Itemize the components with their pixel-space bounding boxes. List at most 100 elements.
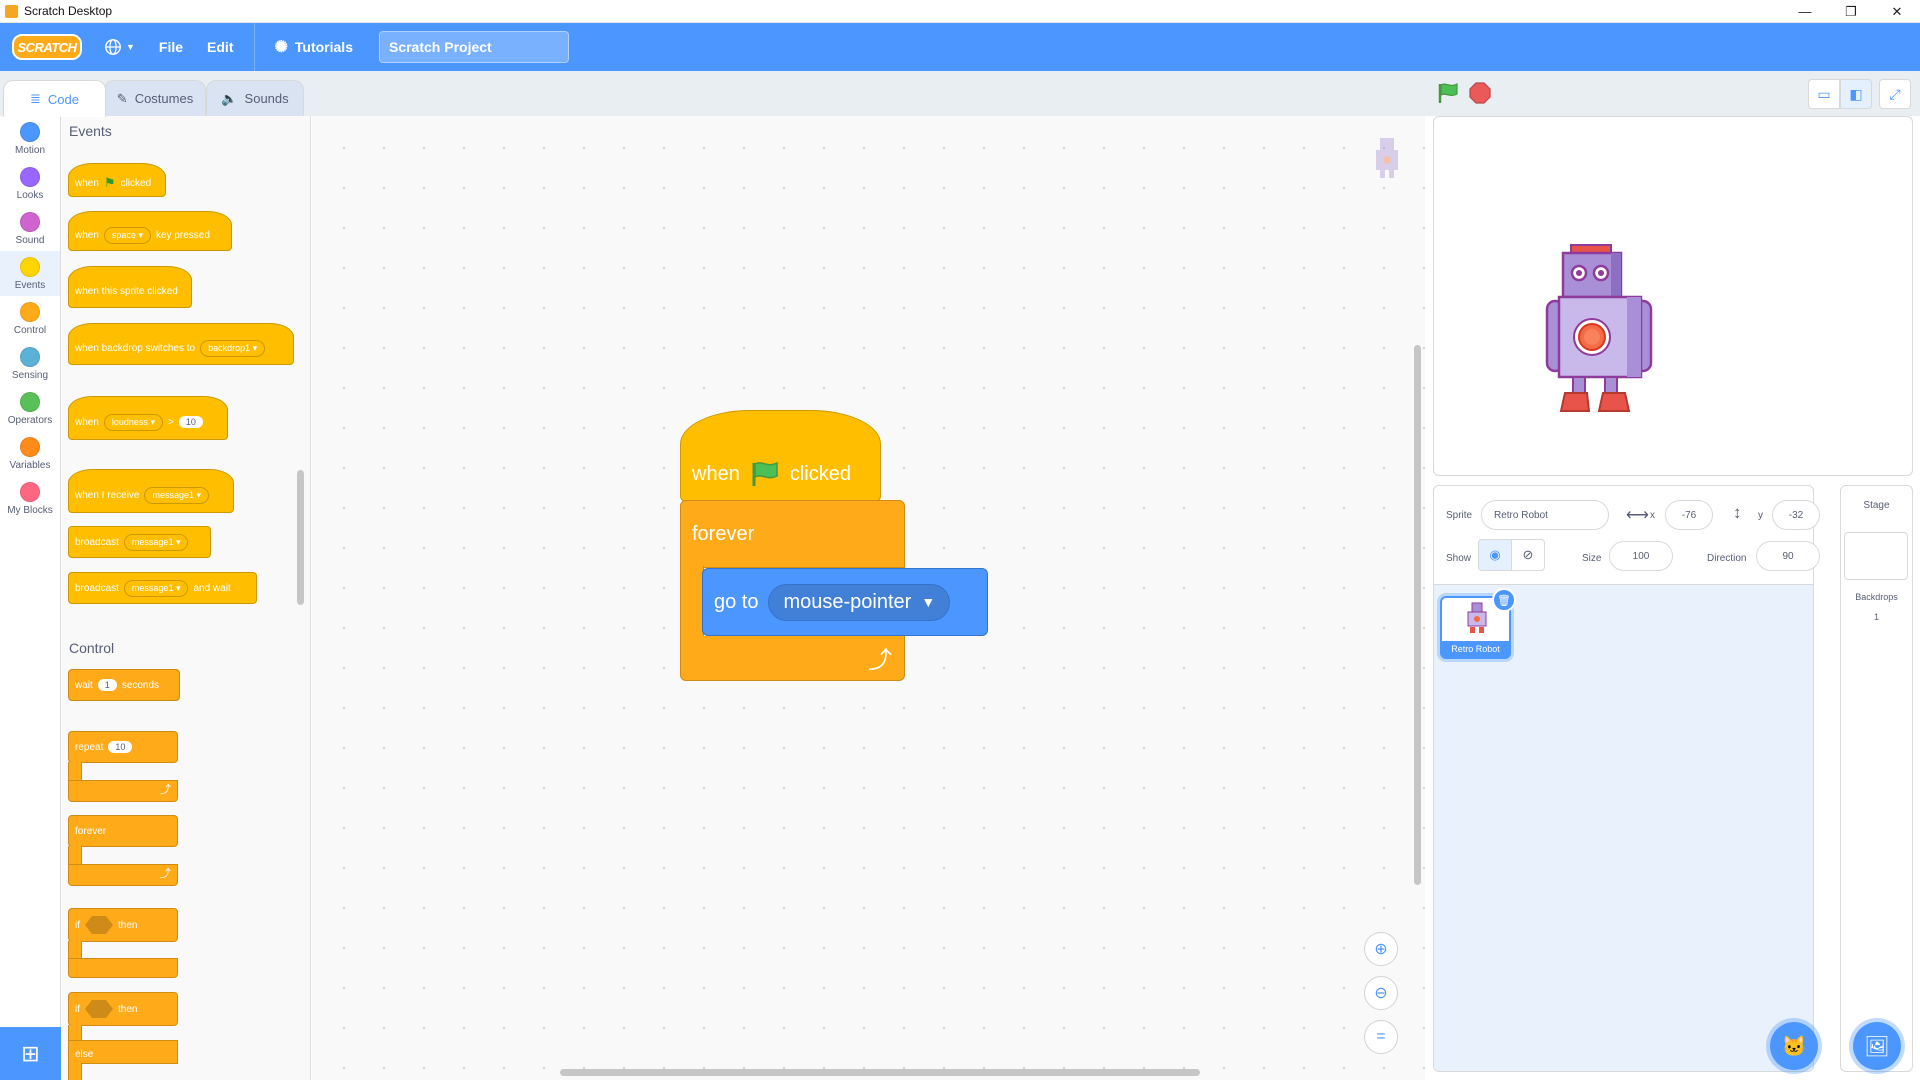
- loop-arrow-icon: ⤴: [868, 647, 892, 674]
- retro-robot-sprite[interactable]: [1539, 243, 1659, 415]
- block-text: when: [75, 229, 99, 241]
- show-sprite-button[interactable]: ◉: [1478, 539, 1512, 571]
- message-dropdown[interactable]: message1 ▾: [144, 486, 210, 504]
- if-block-foot: [68, 958, 178, 978]
- edit-menu[interactable]: Edit: [195, 23, 245, 71]
- x-position-input[interactable]: -76: [1665, 500, 1713, 530]
- category-label: Control: [13, 324, 47, 336]
- close-button[interactable]: ✕: [1874, 0, 1920, 23]
- zoom-out-button[interactable]: ⊖: [1364, 976, 1398, 1010]
- stage-canvas[interactable]: [1433, 116, 1913, 476]
- category-operators[interactable]: Operators: [0, 386, 60, 431]
- block-text: wait: [75, 679, 93, 691]
- message-dropdown[interactable]: message1 ▾: [123, 533, 189, 551]
- repeat-value-input[interactable]: 10: [108, 741, 133, 753]
- script-horizontal-scrollbar[interactable]: [560, 1069, 1200, 1076]
- stop-button[interactable]: [1468, 81, 1492, 105]
- block-when-flag-clicked[interactable]: when ⚑ clicked: [68, 163, 166, 197]
- block-when-loudness[interactable]: when loudness ▾ > 10: [68, 396, 228, 440]
- block-when-i-receive[interactable]: when I receive message1 ▾: [68, 469, 234, 513]
- category-looks[interactable]: Looks: [0, 161, 60, 206]
- green-flag-button[interactable]: [1436, 81, 1460, 105]
- editor-tabs: ≣ Code ✎ Costumes 🔈 Sounds: [0, 71, 1425, 117]
- tab-sounds-label: Sounds: [244, 91, 289, 106]
- choose-backdrop-button[interactable]: 🖼: [1853, 1022, 1901, 1070]
- minimize-button[interactable]: —: [1782, 0, 1828, 23]
- language-menu[interactable]: ▼: [82, 23, 147, 71]
- category-variables[interactable]: Variables: [0, 431, 60, 476]
- script-hat-when-flag-clicked[interactable]: when clicked: [680, 410, 881, 502]
- block-repeat[interactable]: repeat 10: [68, 731, 178, 763]
- delete-sprite-button[interactable]: 🗑: [1492, 588, 1516, 612]
- sound-dot-icon: [20, 211, 40, 232]
- tab-sounds[interactable]: 🔈 Sounds: [206, 80, 304, 116]
- vertical-arrows-icon: ↕: [1733, 503, 1742, 522]
- category-sensing[interactable]: Sensing: [0, 341, 60, 386]
- condition-slot[interactable]: [85, 916, 113, 934]
- file-menu[interactable]: File: [147, 23, 195, 71]
- backdrop-dropdown[interactable]: backdrop1 ▾: [200, 339, 266, 357]
- fullscreen-icon: ⤢: [1889, 85, 1901, 102]
- backdrops-label: Backdrops: [1855, 592, 1898, 602]
- loudness-value-input[interactable]: 10: [178, 416, 203, 428]
- large-stage-button[interactable]: ◧: [1840, 79, 1872, 109]
- zoom-reset-button[interactable]: =: [1364, 1020, 1398, 1054]
- block-broadcast-and-wait[interactable]: broadcast message1 ▾ and wait: [68, 572, 257, 604]
- y-position-input[interactable]: -32: [1772, 500, 1820, 530]
- category-my-blocks[interactable]: My Blocks: [0, 476, 60, 521]
- block-text: when: [692, 462, 740, 485]
- category-events[interactable]: Events: [0, 251, 60, 296]
- block-if-then-else[interactable]: if then: [68, 992, 178, 1026]
- scratch-logo[interactable]: SCRATCH: [12, 34, 82, 60]
- green-flag-icon: [752, 461, 778, 486]
- wait-value-input[interactable]: 1: [97, 679, 117, 691]
- hide-sprite-button[interactable]: ⊘: [1511, 539, 1545, 571]
- stage-thumbnail[interactable]: [1844, 532, 1908, 580]
- palette-section-events: Events: [69, 123, 112, 139]
- sprite-name-input[interactable]: Retro Robot: [1481, 500, 1609, 530]
- sensor-dropdown[interactable]: loudness ▾: [103, 413, 163, 431]
- condition-slot[interactable]: [85, 1000, 113, 1018]
- add-extension-button[interactable]: ⊞: [0, 1027, 61, 1080]
- script-go-to-block[interactable]: go to mouse-pointer ▼: [702, 568, 988, 636]
- block-text: when this sprite clicked: [75, 285, 178, 297]
- key-dropdown[interactable]: space ▾: [103, 226, 151, 244]
- script-vertical-scrollbar[interactable]: [1414, 345, 1421, 885]
- eye-icon: ◉: [1489, 547, 1501, 562]
- category-control[interactable]: Control: [0, 296, 60, 341]
- choose-sprite-button[interactable]: 🐱: [1770, 1022, 1818, 1070]
- category-sound[interactable]: Sound: [0, 206, 60, 251]
- block-broadcast[interactable]: broadcast message1 ▾: [68, 526, 211, 558]
- tab-code[interactable]: ≣ Code: [3, 80, 106, 117]
- zoom-in-button[interactable]: ⊕: [1364, 932, 1398, 966]
- category-motion[interactable]: Motion: [0, 116, 60, 161]
- stage-pane-title: Stage: [1863, 500, 1890, 511]
- message-dropdown[interactable]: message1 ▾: [123, 579, 189, 597]
- small-stage-button[interactable]: ▭: [1808, 79, 1840, 109]
- trash-icon: 🗑: [1497, 594, 1511, 607]
- direction-input[interactable]: 90: [1756, 541, 1820, 571]
- small-stage-icon: ▭: [1817, 85, 1831, 102]
- block-when-sprite-clicked[interactable]: when this sprite clicked: [68, 266, 192, 308]
- tab-costumes[interactable]: ✎ Costumes: [104, 80, 206, 116]
- category-label: Events: [14, 279, 46, 291]
- block-if-then[interactable]: if then: [68, 908, 178, 942]
- block-wait-seconds[interactable]: wait 1 seconds: [68, 669, 180, 701]
- loop-arrow-icon: ⤴: [160, 784, 171, 796]
- block-when-key-pressed[interactable]: when space ▾ key pressed: [68, 211, 232, 251]
- block-when-backdrop-switches[interactable]: when backdrop switches to backdrop1 ▾: [68, 323, 294, 365]
- code-icon: ≣: [30, 91, 41, 106]
- block-forever[interactable]: forever: [68, 815, 178, 847]
- globe-icon: [105, 39, 121, 55]
- script-forever-block[interactable]: forever: [680, 500, 905, 568]
- restore-button[interactable]: ❐: [1828, 0, 1874, 23]
- tutorials-menu[interactable]: ✺ Tutorials: [253, 23, 365, 71]
- palette-scrollbar[interactable]: [297, 470, 304, 605]
- go-to-target-dropdown[interactable]: mouse-pointer ▼: [768, 583, 951, 621]
- project-title-input[interactable]: Scratch Project: [378, 31, 569, 63]
- block-text: if: [75, 1003, 80, 1015]
- size-input[interactable]: 100: [1609, 541, 1673, 571]
- horizontal-arrows-icon: ⟷: [1626, 507, 1649, 524]
- fullscreen-button[interactable]: ⤢: [1879, 79, 1911, 109]
- block-text: clicked: [789, 462, 851, 485]
